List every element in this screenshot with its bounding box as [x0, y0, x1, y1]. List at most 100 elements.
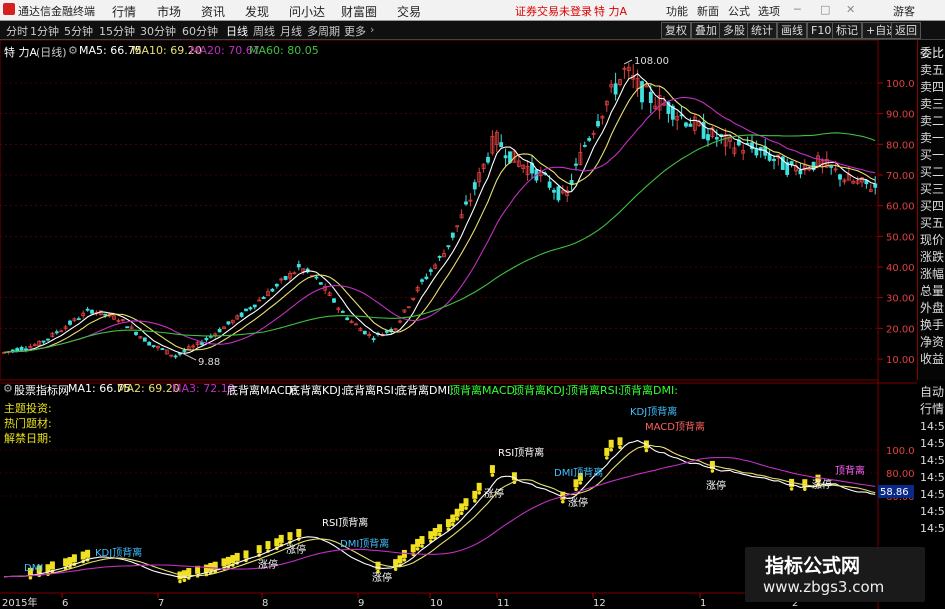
candle-down: [19, 346, 24, 351]
limit-up-block: [243, 550, 249, 559]
current-value-text: 58.86: [880, 487, 909, 498]
more-arrow-icon[interactable]: ›: [370, 23, 374, 36]
indicator-gear-icon[interactable]: ⚙: [3, 382, 13, 395]
menu-ask[interactable]: 问小达: [289, 3, 325, 20]
app-logo-icon: [3, 3, 15, 15]
x-label-nov: 11: [497, 598, 510, 609]
overlay-button[interactable]: 叠加: [691, 22, 721, 39]
period-5min[interactable]: 5分钟: [64, 23, 93, 39]
candle-down: [772, 158, 776, 161]
limit-up-dot: [402, 558, 407, 562]
site-watermark: 指标公式网 www.zbgs3.com: [745, 547, 925, 602]
annotation-zt-5: 涨停: [372, 573, 392, 584]
close-icon[interactable]: ✕: [846, 3, 855, 16]
menu-news[interactable]: 资讯: [201, 3, 225, 20]
theme-investment-label: 主题投资:: [4, 402, 52, 415]
ind-top-dmi: 顶背离DMI:: [620, 384, 678, 397]
candle-down: [767, 153, 772, 161]
candle-down: [178, 352, 182, 355]
quote-bid5: 买五: [920, 216, 945, 230]
menu-exchange[interactable]: 市场: [157, 3, 181, 20]
login-status[interactable]: 证券交易未登录: [515, 3, 592, 19]
limit-up-dot: [789, 487, 794, 491]
quote-net-asset: 净资: [920, 335, 945, 349]
limit-up-block: [608, 439, 614, 448]
y-tick-label: 30.00: [886, 294, 915, 305]
statistics-button[interactable]: 统计: [747, 22, 777, 39]
period-60min[interactable]: 60分钟: [182, 23, 218, 39]
mark-button[interactable]: 标记: [832, 22, 862, 39]
ind-bottom-macd: 底背离MACD:: [227, 384, 297, 397]
annotation-top-div: 顶背离: [835, 466, 865, 477]
period-tick[interactable]: 分时: [6, 23, 28, 39]
limit-up-block: [221, 558, 227, 567]
time-2: 14:50: [920, 437, 945, 450]
menu-formula[interactable]: 公式: [728, 3, 750, 19]
limit-up-dot: [459, 511, 464, 516]
y-tick-label: 100.0: [886, 79, 915, 90]
menu-discover[interactable]: 发现: [245, 3, 269, 20]
period-30min[interactable]: 30分钟: [140, 23, 176, 39]
minimize-icon[interactable]: ─: [794, 3, 801, 16]
limit-up-block: [85, 549, 91, 558]
draw-line-button[interactable]: 画线: [777, 22, 807, 39]
limit-up-block: [450, 514, 456, 523]
adjust-button[interactable]: 复权: [661, 22, 691, 39]
period-week[interactable]: 周线: [253, 23, 275, 39]
limit-up-block: [49, 561, 55, 570]
candle-down: [574, 163, 578, 166]
menu-function[interactable]: 功能: [666, 3, 688, 19]
settings-gear-icon[interactable]: ⚙: [68, 44, 78, 57]
user-guest[interactable]: 游客: [893, 3, 915, 19]
auto-label[interactable]: 自动: [920, 383, 944, 400]
ma5-line: [3, 72, 876, 354]
period-multi[interactable]: 多周期: [307, 23, 340, 39]
menu-new-page[interactable]: 新面: [697, 3, 719, 19]
candle-down: [252, 304, 257, 308]
period-day[interactable]: 日线: [226, 23, 248, 39]
restore-icon[interactable]: □: [820, 3, 830, 16]
limit-up-dot: [477, 491, 482, 495]
market-label[interactable]: 行情: [920, 400, 944, 417]
quote-bid3: 买三: [920, 182, 945, 196]
menu-market[interactable]: 行情: [112, 3, 136, 20]
ind-bottom-kdj: 底背离KDJ:: [289, 384, 345, 397]
back-button[interactable]: 返回: [891, 22, 921, 39]
multi-stock-button[interactable]: 多股: [719, 22, 749, 39]
period-15min[interactable]: 15分钟: [99, 23, 135, 39]
stock-chart[interactable]: 100.0 90.00 80.00 70.00 60.00 50.00 40.00 30.00…: [0, 40, 917, 609]
limit-up-dot: [710, 469, 715, 473]
period-more[interactable]: 更多: [344, 23, 366, 39]
candle-down: [424, 276, 429, 280]
candle-down: [90, 309, 94, 314]
limit-up-dot: [803, 487, 807, 491]
time-5: 14:50: [920, 488, 945, 501]
candle-down: [182, 350, 187, 352]
period-month[interactable]: 月线: [280, 23, 302, 39]
candle-down: [345, 317, 350, 320]
limit-up-block: [410, 544, 416, 553]
quote-bid4: 买四: [920, 199, 945, 213]
candle-down: [283, 276, 288, 280]
candle-down: [296, 264, 301, 268]
x-axis-ticks: [61, 593, 793, 598]
candle-down: [450, 232, 455, 238]
menu-wealth[interactable]: 财富圈: [341, 3, 377, 20]
y-tick-label: 80.00: [886, 140, 915, 151]
limit-up-dot: [561, 499, 565, 504]
limit-up-block: [230, 555, 236, 564]
candle-down: [261, 296, 266, 299]
limit-up-dot: [578, 481, 583, 485]
limit-up-dot: [178, 579, 182, 584]
menu-trade[interactable]: 交易: [397, 3, 421, 20]
watermark-title: 指标公式网: [765, 555, 861, 577]
watermark-url: www.zbgs3.com: [763, 578, 885, 596]
period-1min[interactable]: 1分钟: [30, 23, 59, 39]
ind-top-macd: 顶背离MACD:: [449, 384, 519, 397]
high-price-label: 108.00: [634, 56, 669, 67]
time-7: 14:50: [920, 522, 945, 535]
candle-down: [648, 91, 653, 104]
annotation-zt-7: 涨停: [258, 560, 278, 571]
limit-up-dot: [605, 456, 609, 460]
menu-options[interactable]: 选项: [758, 3, 780, 19]
